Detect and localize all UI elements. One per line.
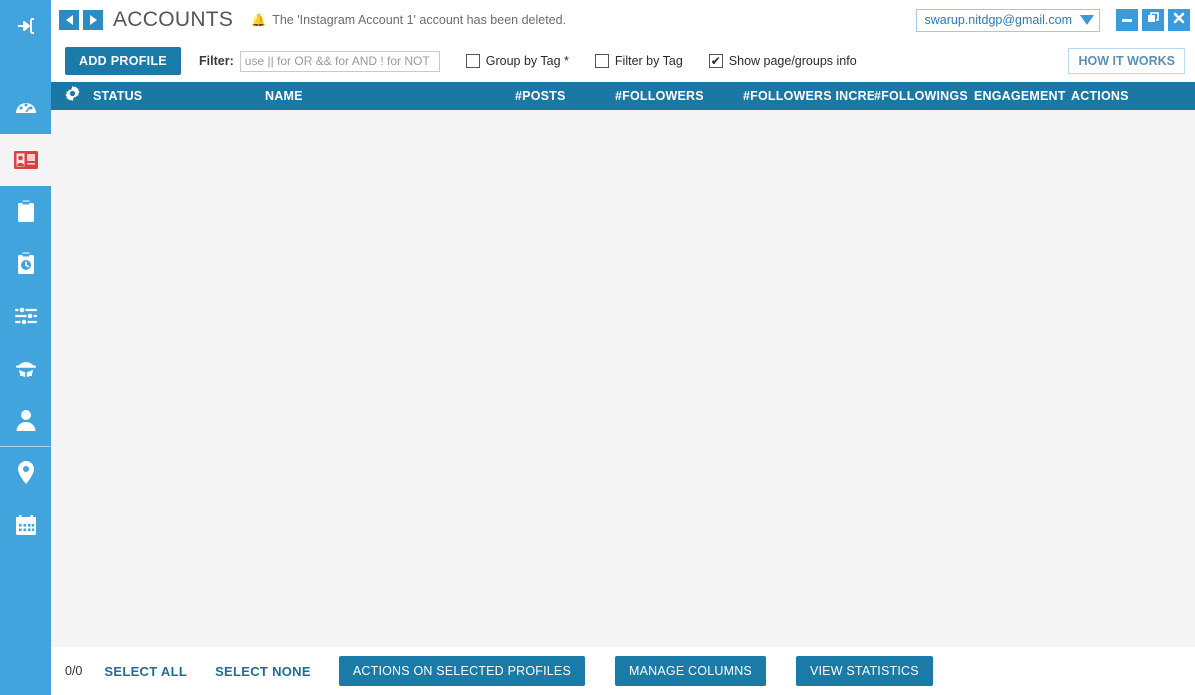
checkbox-box <box>465 54 480 68</box>
toolbar: ADD PROFILE Filter: Group by Tag * Filte… <box>51 40 1195 82</box>
show-page-groups-info-checkbox[interactable]: ✔ Show page/groups info <box>708 54 857 68</box>
how-it-works-button[interactable]: HOW IT WORKS <box>1068 48 1185 74</box>
sidebar-item-settings[interactable] <box>0 290 51 342</box>
minimize-button[interactable] <box>1116 9 1138 31</box>
checkbox-box <box>594 54 609 68</box>
notification-text: The 'Instagram Account 1' account has be… <box>272 13 567 27</box>
column-header-followers[interactable]: #FOLLOWERS <box>615 89 743 103</box>
clipboard-icon <box>15 199 37 225</box>
column-header-posts[interactable]: #POSTS <box>515 89 615 103</box>
window-controls <box>1116 9 1190 31</box>
column-header-actions[interactable]: ACTIONS <box>1071 89 1151 103</box>
restore-icon <box>1146 11 1160 30</box>
checkmark-icon: ✔ <box>710 54 721 68</box>
actions-on-selected-profiles-button[interactable]: ACTIONS ON SELECTED PROFILES <box>338 656 585 686</box>
main-content: ACCOUNTS 🔔 The 'Instagram Account 1' acc… <box>51 0 1195 695</box>
group-by-tag-checkbox[interactable]: Group by Tag * <box>465 54 569 68</box>
dashboard-gauge-icon <box>13 95 39 121</box>
checkbox-box: ✔ <box>708 54 723 68</box>
column-header-followers-increase[interactable]: #FOLLOWERS INCREA <box>743 89 874 103</box>
location-pin-icon <box>15 460 37 486</box>
page-title: ACCOUNTS <box>113 8 234 31</box>
checkbox-label: Show page/groups info <box>728 54 857 68</box>
checkbox-label: Group by Tag * <box>485 54 569 68</box>
column-header-engagement[interactable]: ENGAGEMENT <box>974 89 1071 103</box>
add-profile-button[interactable]: ADD PROFILE <box>65 47 182 75</box>
sidebar-item-calendar[interactable] <box>0 499 51 551</box>
left-sidebar <box>0 0 51 695</box>
login-arrow-icon <box>15 15 37 37</box>
account-select[interactable]: swarup.nitdgp@gmail.com <box>915 8 1100 32</box>
sidebar-item-tasks[interactable] <box>0 186 51 238</box>
account-email: swarup.nitdgp@gmail.com <box>924 13 1072 27</box>
application-window: ACCOUNTS 🔔 The 'Instagram Account 1' acc… <box>0 0 1195 695</box>
profiles-table: STATUS NAME #POSTS #FOLLOWERS #FOLLOWERS… <box>51 82 1195 647</box>
close-button[interactable] <box>1168 9 1190 31</box>
sidebar-item-profile[interactable] <box>0 394 51 446</box>
filter-by-tag-checkbox[interactable]: Filter by Tag <box>594 54 683 68</box>
sidebar-item-accounts[interactable] <box>0 134 51 186</box>
gear-icon <box>64 85 81 107</box>
nav-forward-button[interactable] <box>83 10 103 30</box>
restore-button[interactable] <box>1142 9 1164 31</box>
sidebar-item-spy[interactable] <box>0 342 51 394</box>
close-icon <box>1172 11 1186 30</box>
chevron-down-icon <box>1080 15 1094 25</box>
column-header-name[interactable]: NAME <box>265 89 515 103</box>
bell-icon: 🔔 <box>251 13 267 27</box>
user-icon <box>15 408 37 432</box>
contact-card-icon <box>13 149 39 171</box>
calendar-icon <box>14 513 38 537</box>
top-header-right: swarup.nitdgp@gmail.com <box>915 8 1190 32</box>
chevron-left-icon <box>65 15 73 25</box>
column-header-status[interactable]: STATUS <box>93 89 265 103</box>
clipboard-clock-icon <box>15 251 37 277</box>
select-all-button[interactable]: SELECT ALL <box>104 664 187 679</box>
spy-icon <box>14 356 38 380</box>
notification-message: 🔔 The 'Instagram Account 1' account has … <box>251 13 566 27</box>
sidebar-item-scheduled[interactable] <box>0 238 51 290</box>
top-header-bar: ACCOUNTS 🔔 The 'Instagram Account 1' acc… <box>51 0 1195 40</box>
view-statistics-button[interactable]: VIEW STATISTICS <box>795 656 933 686</box>
manage-columns-button[interactable]: MANAGE COLUMNS <box>615 656 766 686</box>
select-none-button[interactable]: SELECT NONE <box>215 664 311 679</box>
selection-count: 0/0 <box>65 664 83 678</box>
sidebar-item-locations[interactable] <box>0 447 51 499</box>
column-settings-gear[interactable] <box>51 85 93 107</box>
sidebar-item-dashboard[interactable] <box>0 82 51 134</box>
table-body-empty <box>51 110 1195 647</box>
chevron-right-icon <box>89 15 97 25</box>
sliders-icon <box>14 305 38 327</box>
filter-input[interactable] <box>239 50 440 72</box>
sidebar-item-login[interactable] <box>0 0 51 52</box>
filter-label: Filter: <box>199 54 234 68</box>
bottom-action-bar: 0/0 SELECT ALL SELECT NONE ACTIONS ON SE… <box>51 647 1195 695</box>
column-header-followings[interactable]: #FOLLOWINGS <box>874 89 974 103</box>
minimize-icon <box>1120 11 1134 30</box>
checkbox-label: Filter by Tag <box>614 54 683 68</box>
table-header-row: STATUS NAME #POSTS #FOLLOWERS #FOLLOWERS… <box>51 82 1195 110</box>
nav-back-button[interactable] <box>59 10 79 30</box>
